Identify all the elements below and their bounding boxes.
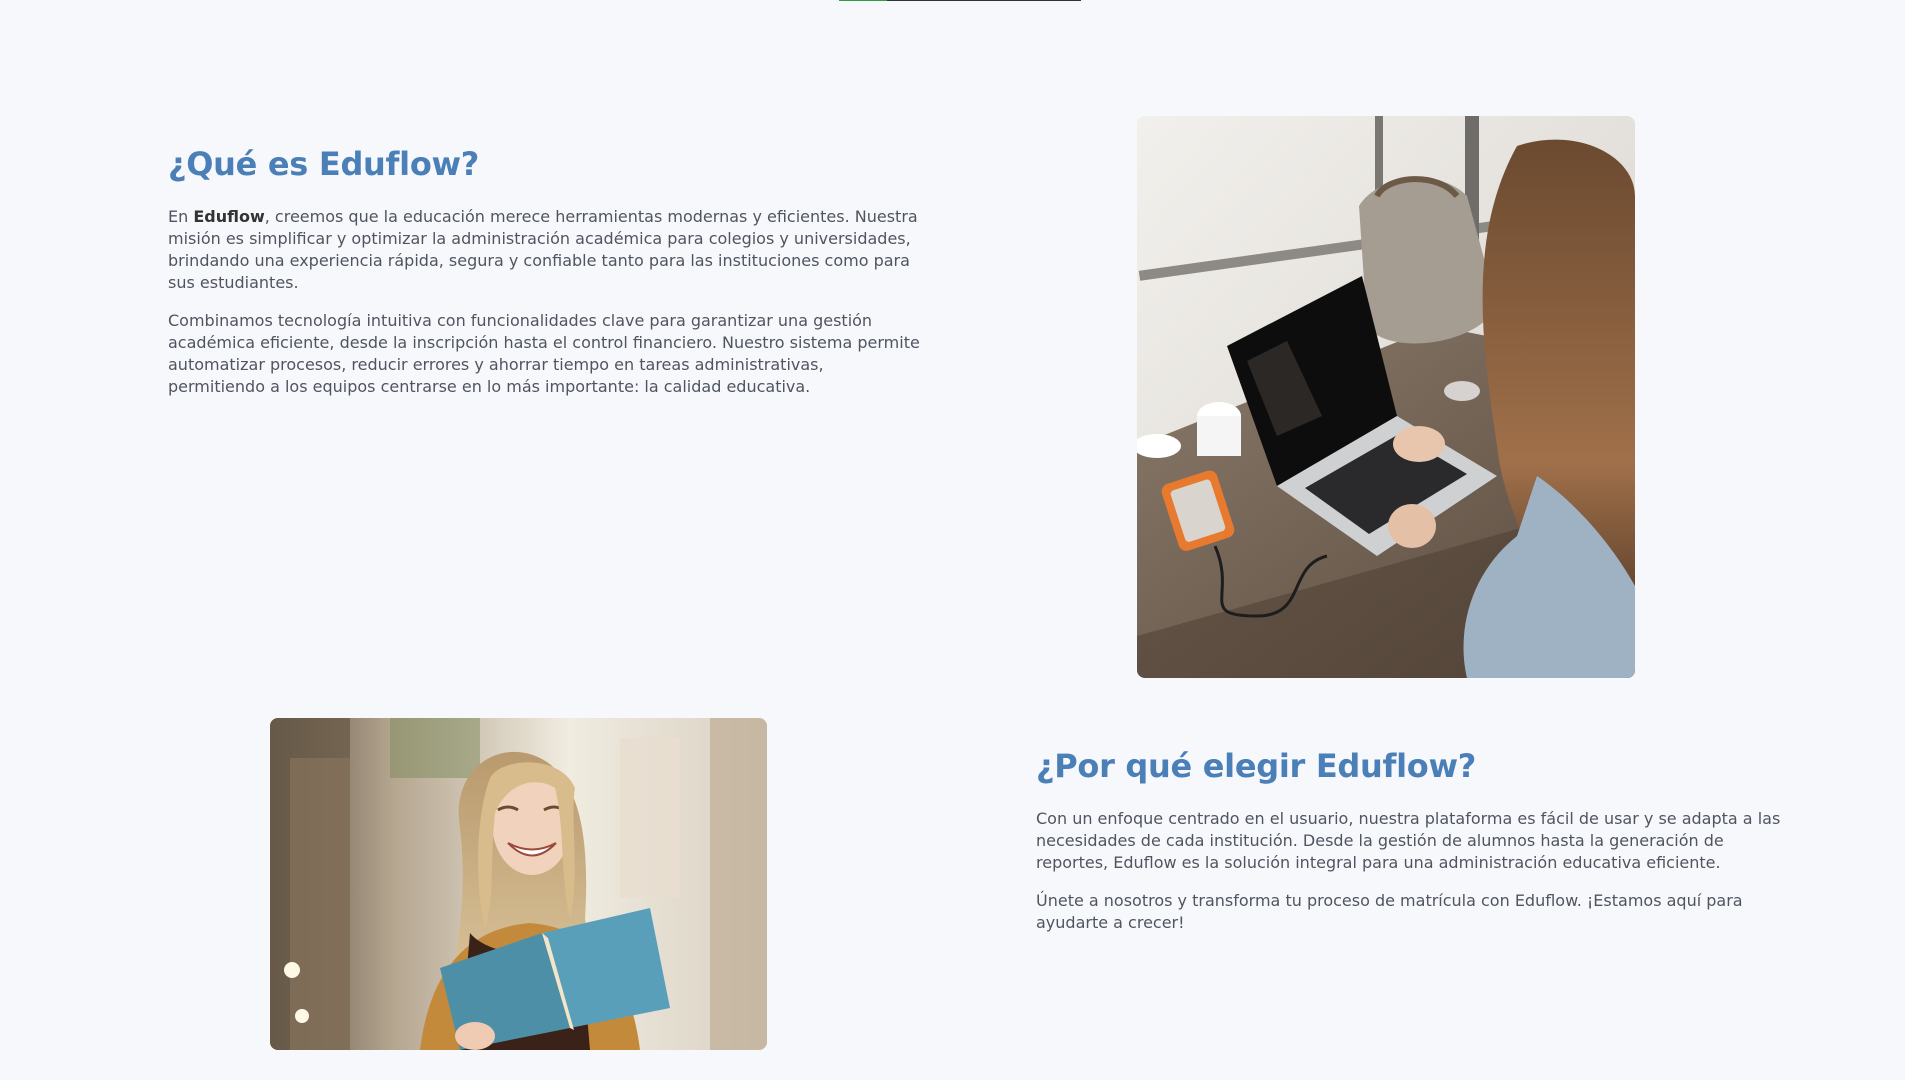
about-paragraph-2: Combinamos tecnología intuitiva con func… [168, 311, 920, 396]
student-book-photo [270, 718, 767, 1050]
student-book-illustration [270, 718, 767, 1050]
about-section: ¿Qué es Eduflow? En Eduflow, creemos que… [168, 144, 920, 414]
why-section: ¿Por qué elegir Eduflow? Con un enfoque … [1036, 746, 1788, 950]
why-paragraph-1: Con un enfoque centrado en el usuario, n… [1036, 809, 1781, 872]
top-accent-highlight [839, 0, 887, 1]
about-title: ¿Qué es Eduflow? [168, 145, 480, 183]
woman-laptop-illustration [1137, 116, 1635, 678]
about-paragraph-1: En Eduflow, creemos que la educación mer… [168, 207, 918, 292]
why-paragraph-2: Únete a nosotros y transforma tu proceso… [1036, 891, 1743, 932]
woman-laptop-photo [1137, 116, 1635, 678]
brand-name: Eduflow [193, 207, 265, 226]
top-accent-line [839, 0, 1081, 1]
why-title: ¿Por qué elegir Eduflow? [1036, 747, 1476, 785]
